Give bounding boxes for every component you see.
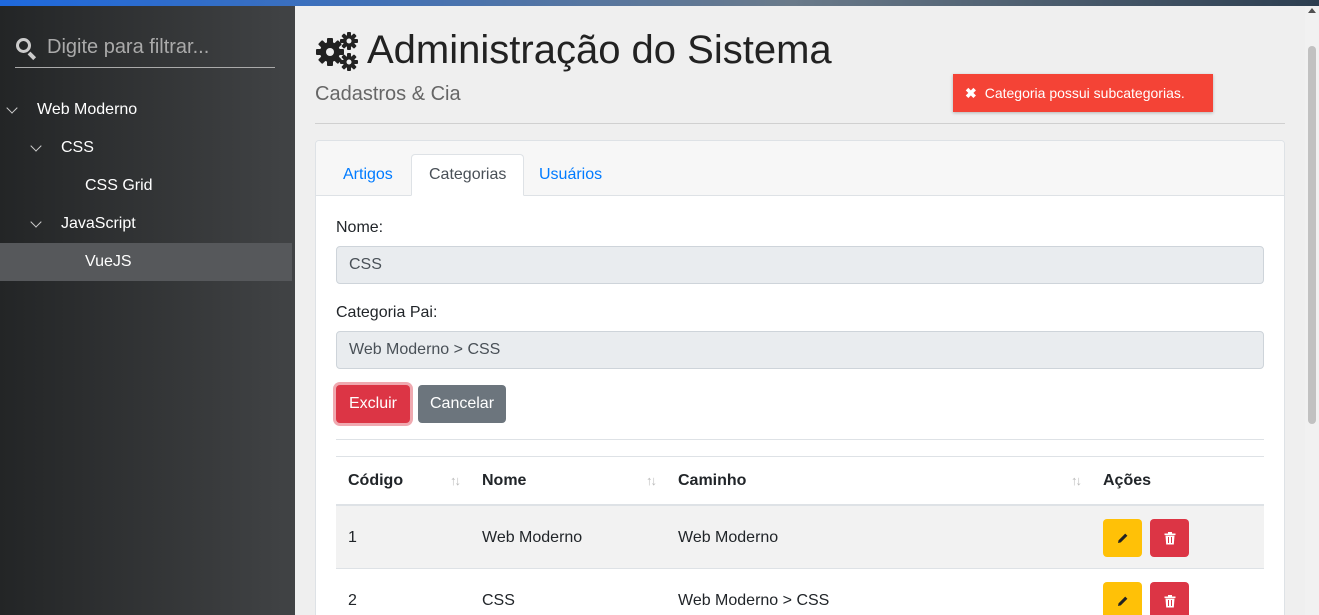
parent-category-value: Web Moderno > CSS [349, 341, 501, 358]
sort-icon[interactable]: ↑↓ [450, 473, 461, 488]
sort-icon[interactable]: ↑↓ [646, 473, 657, 488]
error-toast[interactable]: ✖ Categoria possui subcategorias. [953, 74, 1213, 112]
cogs-icon [316, 31, 358, 71]
delete-button[interactable]: Excluir [336, 385, 410, 423]
delete-row-button[interactable] [1150, 519, 1189, 557]
categories-table: Código ↑↓ Nome ↑↓ Caminho ↑↓ Ações 1 Web… [336, 456, 1264, 615]
page-title-text: Administração do Sistema [367, 28, 832, 72]
edit-button[interactable] [1103, 519, 1142, 557]
search-icon [15, 37, 37, 60]
tab-usuarios[interactable]: Usuários [522, 154, 619, 196]
cell-caminho: Web Moderno [678, 528, 779, 546]
tree-item-label: CSS [61, 139, 94, 156]
chevron-down-icon[interactable] [30, 142, 42, 154]
tab-label: Categorias [429, 166, 507, 183]
main-content: Administração do Sistema Cadastros & Cia… [295, 6, 1305, 615]
divider [315, 123, 1285, 124]
tree-item-vuejs[interactable]: VueJS [0, 243, 292, 281]
tab-label: Artigos [343, 166, 393, 183]
tree-item-label: CSS Grid [85, 177, 153, 194]
tree-item-label: Web Moderno [37, 101, 138, 118]
scroll-up-arrow-icon[interactable] [1308, 8, 1316, 13]
admin-card: Artigos Categorias Usuários Nome: CSS Ca… [315, 140, 1285, 615]
scrollbar-thumb[interactable] [1308, 46, 1316, 424]
sidebar: Web Moderno CSS CSS Grid JavaScript VueJ… [0, 6, 295, 615]
tree-item-label: VueJS [85, 253, 132, 270]
search-box [15, 28, 275, 68]
chevron-down-icon[interactable] [6, 104, 18, 116]
name-value: CSS [349, 256, 382, 273]
column-header-acoes: Ações [1103, 471, 1152, 489]
page-title: Administração do Sistema [315, 28, 832, 73]
close-icon[interactable]: ✖ [965, 85, 977, 102]
delete-row-button[interactable] [1150, 582, 1189, 615]
delete-button-label: Excluir [348, 395, 397, 412]
tree-item-css-grid[interactable]: CSS Grid [0, 167, 292, 205]
trash-icon [1164, 531, 1175, 544]
name-label: Nome: [336, 219, 384, 236]
edit-button[interactable] [1103, 582, 1142, 615]
tree-item-web-moderno[interactable]: Web Moderno [0, 91, 292, 129]
tabs-header: Artigos Categorias Usuários [316, 141, 1284, 196]
name-field[interactable]: CSS [336, 246, 1264, 284]
pencil-icon [1117, 596, 1127, 606]
tree-item-javascript[interactable]: JavaScript [0, 205, 292, 243]
column-header-nome[interactable]: Nome [482, 472, 526, 490]
cancel-button-label: Cancelar [429, 395, 495, 412]
chevron-down-icon[interactable] [30, 218, 42, 230]
column-header-caminho[interactable]: Caminho [678, 472, 746, 490]
page-subtitle: Cadastros & Cia [315, 83, 461, 105]
vertical-scrollbar[interactable] [1305, 6, 1319, 615]
tab-label: Usuários [539, 166, 603, 183]
cell-nome: CSS [482, 591, 515, 609]
toast-message: Categoria possui subcategorias. [984, 85, 1185, 101]
tree-item-css[interactable]: CSS [0, 129, 292, 167]
search-input[interactable] [47, 36, 267, 59]
table-row: 1 Web Moderno Web Moderno [336, 506, 1264, 569]
table-row: 2 CSS Web Moderno > CSS [336, 569, 1264, 615]
cancel-button[interactable]: Cancelar [418, 385, 506, 423]
parent-category-label: Categoria Pai: [336, 304, 438, 321]
cell-nome: Web Moderno [482, 528, 583, 546]
column-header-codigo[interactable]: Código [348, 472, 403, 490]
sort-icon[interactable]: ↑↓ [1071, 473, 1082, 488]
divider [336, 439, 1264, 440]
category-tree: Web Moderno CSS CSS Grid JavaScript VueJ… [0, 91, 292, 281]
cell-codigo: 2 [348, 591, 357, 609]
cell-caminho: Web Moderno > CSS [678, 591, 830, 609]
parent-category-field[interactable]: Web Moderno > CSS [336, 331, 1264, 369]
tab-categorias[interactable]: Categorias [411, 154, 525, 196]
pencil-icon [1117, 533, 1127, 543]
tree-item-label: JavaScript [61, 215, 136, 232]
tab-artigos[interactable]: Artigos [326, 154, 410, 196]
cell-codigo: 1 [348, 528, 357, 546]
trash-icon [1164, 594, 1175, 607]
table-header: Código ↑↓ Nome ↑↓ Caminho ↑↓ Ações [336, 457, 1264, 506]
